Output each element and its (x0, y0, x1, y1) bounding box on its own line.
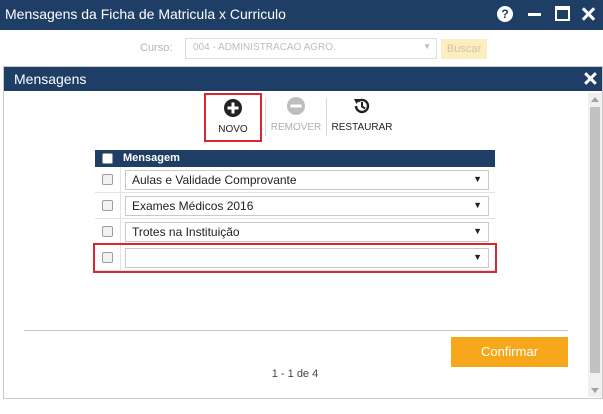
grid-header: Mensagem (95, 150, 495, 167)
remove-circle-icon (287, 97, 305, 115)
novo-label: NOVO (218, 124, 248, 135)
dropdown-arrow-icon: ▼ (473, 226, 482, 236)
add-circle-icon (224, 99, 242, 117)
curso-select[interactable]: 004 - ADMINISTRACAO AGRO. ▼ (185, 38, 437, 59)
close-modal-icon[interactable] (584, 72, 596, 85)
window-titlebar: Mensagens da Ficha de Matricula x Curric… (0, 0, 603, 30)
row-checkbox[interactable] (102, 252, 113, 263)
column-divider (120, 245, 121, 271)
scroll-down-icon[interactable] (591, 388, 599, 393)
novo-button[interactable]: NOVO (204, 93, 262, 142)
messages-modal: Mensagens NOVO REMOVER RESTAURAR Mensage… (3, 66, 603, 399)
row-checkbox[interactable] (102, 226, 113, 237)
mensagem-select[interactable]: ▼ (125, 248, 489, 268)
table-row: Trotes na Instituição ▼ (95, 219, 495, 245)
mensagem-value: Aulas e Validade Comprovante (132, 173, 297, 187)
messages-grid: Mensagem Aulas e Validade Comprovante ▼ … (93, 150, 497, 380)
modal-header: Mensagens (4, 67, 602, 91)
toolbar-divider (265, 98, 266, 136)
dropdown-arrow-icon: ▼ (473, 174, 482, 184)
table-row: Aulas e Validade Comprovante ▼ (95, 167, 495, 193)
mensagem-select[interactable]: Trotes na Instituição ▼ (125, 222, 489, 242)
curso-label: Curso: (140, 42, 173, 54)
restore-icon (354, 98, 370, 114)
scroll-up-icon[interactable] (591, 97, 599, 102)
column-divider (120, 193, 121, 219)
search-button[interactable]: Buscar (441, 39, 487, 59)
dropdown-arrow-icon: ▼ (423, 42, 431, 51)
scroll-thumb[interactable] (590, 107, 600, 373)
close-window-icon[interactable] (580, 6, 596, 22)
curso-select-value: 004 - ADMINISTRACAO AGRO. (193, 42, 336, 53)
mensagem-select[interactable]: Exames Médicos 2016 ▼ (125, 196, 489, 216)
row-checkbox[interactable] (102, 174, 113, 185)
modal-scrollbar[interactable] (588, 93, 602, 397)
row-checkbox[interactable] (102, 200, 113, 211)
select-all-checkbox[interactable] (102, 153, 113, 164)
confirm-button[interactable]: Confirmar (451, 337, 568, 367)
minimize-icon[interactable] (527, 6, 543, 22)
modal-title: Mensagens (14, 71, 87, 87)
column-divider (120, 167, 121, 193)
footer-divider (24, 330, 568, 331)
mensagem-value: Exames Médicos 2016 (132, 199, 254, 213)
mensagem-value: Trotes na Instituição (132, 225, 240, 239)
restaurar-button[interactable]: RESTAURAR (330, 93, 394, 143)
remover-button[interactable]: REMOVER (268, 93, 324, 143)
mensagem-select[interactable]: Aulas e Validade Comprovante ▼ (125, 170, 489, 190)
dropdown-arrow-icon: ▼ (473, 200, 482, 210)
remover-label: REMOVER (270, 122, 322, 133)
restaurar-label: RESTAURAR (331, 122, 393, 133)
dropdown-arrow-icon: ▼ (473, 252, 482, 262)
window-title: Mensagens da Ficha de Matricula x Curric… (5, 6, 286, 22)
maximize-icon[interactable] (555, 6, 570, 21)
column-header-mensagem: Mensagem (123, 152, 180, 164)
new-table-row: ▼ (93, 243, 497, 273)
toolbar-divider (326, 98, 327, 136)
help-icon[interactable]: ? (497, 6, 513, 22)
column-divider (120, 219, 121, 245)
pager-info: 1 - 1 de 4 (271, 368, 319, 380)
table-row: Exames Médicos 2016 ▼ (95, 193, 495, 219)
